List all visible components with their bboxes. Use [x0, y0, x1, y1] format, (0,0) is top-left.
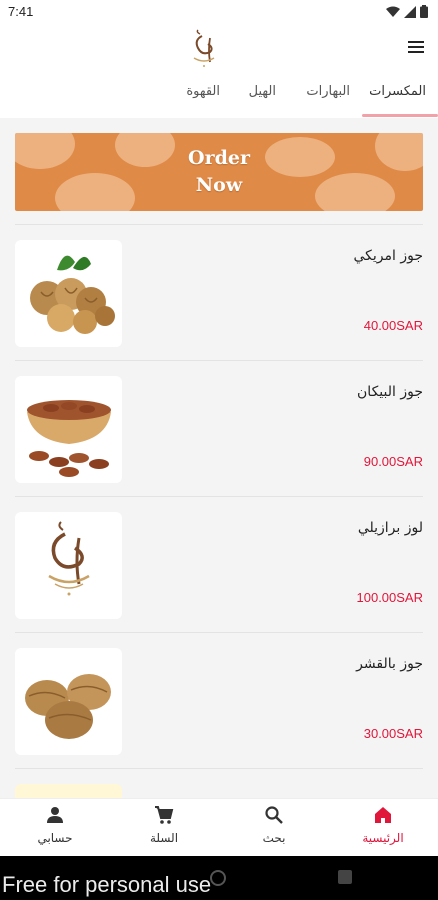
tab-spices[interactable]: البهارات: [306, 84, 350, 99]
banner-text: Order Now: [15, 145, 423, 199]
status-time: 7:41: [8, 4, 34, 19]
tab-coffee[interactable]: القهوة: [186, 84, 220, 99]
menu-line: [408, 46, 424, 48]
tab-indicator: [362, 114, 438, 117]
walnuts-image: [15, 240, 122, 347]
product-item[interactable]: جوز البيكان 90.00SAR: [0, 372, 438, 506]
product-item[interactable]: جوز امريكي 40.00SAR: [0, 236, 438, 370]
system-navigation-bar: Free for personal use: [0, 856, 438, 900]
nav-account-label: حسابي: [37, 831, 73, 845]
product-name: لوز برازيلي: [357, 520, 423, 536]
product-price: 100.00SAR: [356, 590, 424, 605]
category-tabs: المكسرات البهارات الهيل القهوة: [0, 76, 438, 118]
product-image-partial: [15, 784, 122, 798]
pecans-bowl-image: [15, 376, 122, 483]
nav-home-label: الرئيسية: [362, 831, 404, 845]
banner-line-2: Now: [195, 174, 243, 196]
product-price: 40.00SAR: [363, 318, 423, 333]
system-recents-button[interactable]: [338, 870, 352, 884]
product-list-area: Order Now جوز امريكي 40.00SAR جوز البيكا…: [0, 118, 438, 798]
product-name: جوز البيكان: [357, 384, 423, 400]
brand-logo: [193, 29, 215, 67]
divider: [15, 224, 423, 225]
product-item[interactable]: لوز برازيلي 100.00SAR: [0, 508, 438, 642]
product-price: 90.00SAR: [363, 454, 423, 469]
divider: [15, 768, 423, 769]
product-item[interactable]: [0, 780, 438, 798]
order-now-banner[interactable]: Order Now: [15, 133, 423, 211]
divider: [15, 632, 423, 633]
whole-walnuts-image: [15, 648, 122, 755]
menu-line: [408, 51, 424, 53]
product-name: جوز بالقشر: [356, 656, 423, 672]
wifi-icon: [386, 6, 400, 17]
status-bar: 7:41: [0, 0, 438, 24]
app-bar: [0, 24, 438, 74]
menu-button[interactable]: [406, 38, 426, 58]
nav-home[interactable]: الرئيسية: [343, 805, 423, 845]
home-icon: [375, 807, 391, 823]
cart-icon: [155, 806, 174, 824]
divider: [15, 360, 423, 361]
product-name: جوز امريكي: [353, 248, 423, 264]
bottom-navigation: الرئيسية بحث السلة حسابي: [0, 798, 438, 856]
nav-cart-label: السلة: [149, 831, 179, 845]
cellular-icon: [404, 5, 416, 18]
product-price: 30.00SAR: [363, 726, 423, 741]
nav-search[interactable]: بحث: [234, 805, 314, 845]
divider: [15, 496, 423, 497]
battery-icon: [420, 5, 428, 18]
product-item[interactable]: جوز بالقشر 30.00SAR: [0, 644, 438, 778]
person-icon: [47, 807, 63, 823]
nav-search-label: بحث: [262, 831, 286, 845]
brand-logo-placeholder-image: [15, 512, 122, 619]
system-home-button[interactable]: [210, 870, 226, 886]
nav-cart[interactable]: السلة: [124, 805, 204, 845]
banner-line-1: Order: [188, 147, 250, 169]
watermark-text: Free for personal use: [2, 872, 212, 897]
status-icons: [386, 5, 428, 18]
menu-line: [408, 41, 424, 43]
tab-nuts[interactable]: المكسرات: [369, 84, 426, 99]
nav-account[interactable]: حسابي: [15, 805, 95, 845]
tab-cardamom[interactable]: الهيل: [249, 84, 276, 99]
search-icon: [265, 806, 283, 824]
